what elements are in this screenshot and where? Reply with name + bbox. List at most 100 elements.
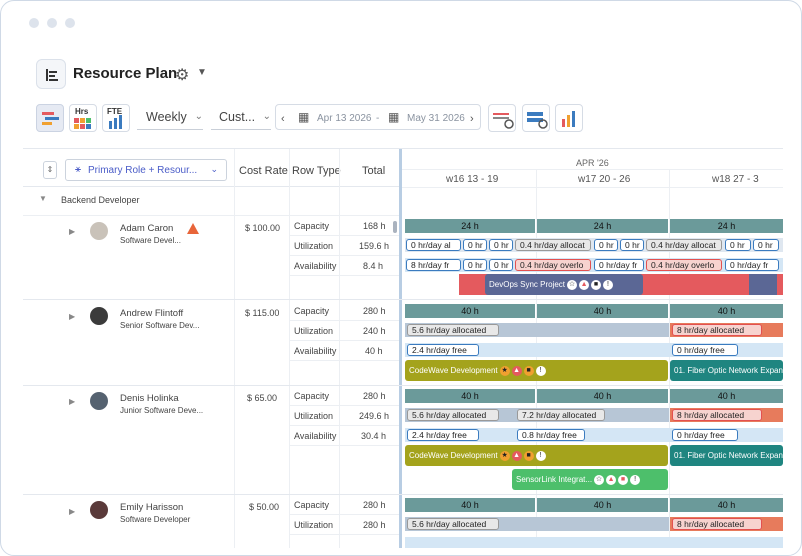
availability-pill[interactable]: 0 hr/day fr [725, 259, 779, 271]
utilization-pill[interactable]: 7.2 hr/day allocated [517, 409, 605, 421]
capacity-bar[interactable]: 40 h [405, 498, 535, 512]
range-mode-select[interactable]: Cust... ⌄ [211, 104, 271, 130]
project-bar-codewave[interactable]: CodeWave Development ★ ▲ ■! [405, 445, 668, 466]
window-dot [47, 18, 57, 28]
availability-pill[interactable]: 0 hr/day free [672, 429, 738, 441]
avatar [90, 392, 108, 410]
utilization-pill[interactable]: 0 hr [620, 239, 644, 251]
expand-collapse-icon[interactable]: ⇕ [43, 161, 57, 179]
utilization-pill[interactable]: 0 hr [489, 239, 513, 251]
utilization-pill[interactable]: 8 hr/day allocated [672, 518, 762, 530]
capacity-bar[interactable]: 40 h [537, 304, 668, 318]
scrollbar-thumb[interactable] [393, 221, 397, 233]
capacity-bar[interactable]: 40 h [537, 389, 668, 403]
header-row-type[interactable]: Row Type [292, 165, 341, 177]
row-type-label: Availability [294, 261, 337, 271]
group-label[interactable]: Backend Developer [61, 195, 140, 205]
row-type-label: Utilization [294, 411, 334, 421]
utilization-pill[interactable]: 5.6 hr/day allocated [407, 324, 499, 336]
date-from[interactable]: Apr 13 2026 [317, 113, 372, 124]
utilization-pill[interactable]: 0.4 hr/day allocat [646, 239, 722, 251]
app-window: Resource Plan ⚙ ▼ Hrs FTE Weekly ⌄ Cust.… [0, 0, 802, 556]
utilization-pill[interactable]: 5.6 hr/day allocated [407, 518, 499, 530]
prev-range-icon[interactable]: ‹ [281, 113, 285, 125]
availability-pill[interactable]: 0 hr [489, 259, 513, 271]
resource-name[interactable]: Denis Holinka [120, 393, 179, 404]
utilization-pill[interactable]: 0 hr [594, 239, 618, 251]
total-value: 249.6 h [359, 411, 390, 421]
capacity-bar[interactable]: 40 h [670, 389, 783, 403]
availability-pill[interactable]: 0.8 hr/day free [517, 429, 585, 441]
expand-icon[interactable]: ▶ [69, 507, 75, 516]
utilization-pill[interactable]: 0 hr [725, 239, 751, 251]
availability-pill[interactable]: 8 hr/day fr [406, 259, 461, 271]
grouping-label: Primary Role + Resour... [88, 165, 198, 176]
week-label: w18 27 - 3 [712, 174, 759, 185]
collapse-icon[interactable]: ▼ [39, 194, 47, 203]
header-cost-rate[interactable]: Cost Rate [239, 165, 288, 177]
availability-pill[interactable]: 0 hr/day fr [594, 259, 644, 271]
resource-name[interactable]: Andrew Flintoff [120, 308, 183, 319]
header-total[interactable]: Total [362, 165, 385, 177]
utilization-pill[interactable]: 8 hr/day allocated [672, 324, 762, 336]
timeline-settings-button[interactable] [488, 104, 516, 132]
capacity-bar[interactable]: 24 h [670, 219, 783, 233]
availability-pill[interactable]: 0.4 hr/day overlo [646, 259, 722, 271]
gantt-view-button[interactable] [36, 104, 64, 132]
calendar-icon: ▦ [388, 110, 400, 124]
utilization-pill[interactable]: 8 hr/day allocated [672, 409, 762, 421]
capacity-bar[interactable]: 40 h [670, 304, 783, 318]
star-icon: ★ [499, 450, 510, 461]
expand-icon[interactable]: ▶ [69, 312, 75, 321]
splitter-handle[interactable] [399, 149, 402, 548]
project-bar-codewave[interactable]: CodeWave Development ★ ▲ ■! [405, 360, 668, 381]
kpi-chart-button[interactable] [555, 104, 583, 132]
utilization-pill[interactable]: 0 hr [463, 239, 487, 251]
status-icon: ■ [523, 365, 534, 376]
settings-chevron-down-icon[interactable]: ▼ [197, 67, 207, 78]
availability-pill[interactable]: 2.4 hr/day free [407, 429, 479, 441]
hours-heatmap-button[interactable]: Hrs [69, 104, 97, 132]
capacity-bar[interactable]: 40 h [405, 304, 535, 318]
utilization-pill[interactable]: 0 hr/day al [406, 239, 461, 251]
date-range-picker[interactable]: ‹ ▦ Apr 13 2026 - ▦ May 31 2026 › [275, 104, 481, 130]
utilization-pill[interactable]: 0.4 hr/day allocat [515, 239, 591, 251]
total-value: 168 h [363, 221, 386, 231]
period-select[interactable]: Weekly ⌄ [137, 104, 203, 130]
capacity-bar[interactable]: 40 h [670, 498, 783, 512]
project-bar-fiber[interactable]: 01. Fiber Optic Network Expan [670, 360, 783, 381]
resource-name[interactable]: Adam Caron [120, 223, 173, 234]
row-type-label: Availability [294, 346, 337, 356]
availability-pill[interactable]: 0 hr/day free [672, 344, 738, 356]
availability-pill[interactable]: 2.4 hr/day free [407, 344, 479, 356]
date-to[interactable]: May 31 2026 [407, 113, 465, 124]
warning-icon[interactable] [187, 223, 199, 234]
utilization-pill[interactable]: 0 hr [753, 239, 779, 251]
status-icon: ■ [618, 474, 629, 485]
total-value: 240 h [363, 326, 386, 336]
availability-pill[interactable]: 0.4 hr/day overlo [515, 259, 591, 271]
row-type-label: Availability [294, 431, 337, 441]
row-settings-button[interactable] [522, 104, 550, 132]
fte-view-button[interactable]: FTE [102, 104, 130, 132]
window-dot [65, 18, 75, 28]
capacity-bar[interactable]: 40 h [405, 389, 535, 403]
row-type-label: Capacity [294, 500, 330, 510]
expand-icon[interactable]: ▶ [69, 227, 75, 236]
project-bar-fiber[interactable]: 01. Fiber Optic Network Expan [670, 445, 783, 466]
grouping-select[interactable]: ⚹ Primary Role + Resour... ⌄ [65, 159, 227, 181]
availability-pill[interactable]: 0 hr [463, 259, 487, 271]
project-bar-devops[interactable]: DevOps Sync Project ☆ ▲ ■! [485, 274, 643, 295]
fte-label: FTE [107, 107, 123, 116]
capacity-bar[interactable]: 24 h [537, 219, 668, 233]
project-name: DevOps Sync Project [489, 280, 566, 289]
project-bar-sensor[interactable]: SensorLink Integrat... ☆ ▲ ■! [512, 469, 668, 490]
next-range-icon[interactable]: › [470, 113, 474, 125]
expand-icon[interactable]: ▶ [69, 397, 75, 406]
total-value: 40 h [365, 346, 383, 356]
settings-gear-icon[interactable]: ⚙ [175, 65, 189, 85]
capacity-bar[interactable]: 40 h [537, 498, 668, 512]
utilization-pill[interactable]: 5.6 hr/day allocated [407, 409, 499, 421]
resource-name[interactable]: Emily Harisson [120, 502, 183, 513]
capacity-bar[interactable]: 24 h [405, 219, 535, 233]
